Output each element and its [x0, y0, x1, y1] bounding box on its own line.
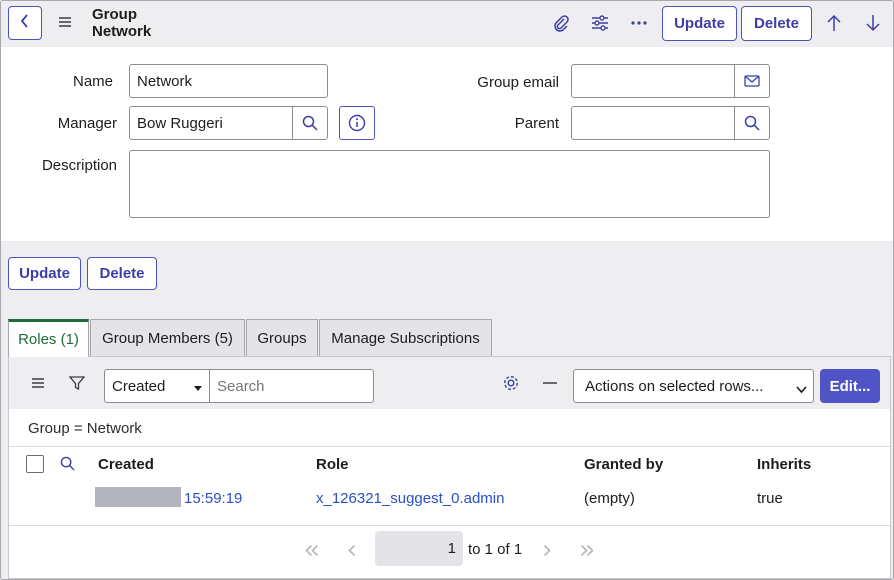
delete-button[interactable]: Delete [87, 257, 157, 290]
select-all-checkbox[interactable] [26, 455, 44, 473]
manager-label: Manager [57, 115, 117, 132]
update-button[interactable]: Update [8, 257, 81, 290]
form-header: Group Network Update Delete [1, 1, 893, 47]
list-toolbar: Created Actions on selected rows... Edit… [9, 357, 890, 409]
chevron-down-icon [796, 381, 807, 398]
search-icon [302, 115, 318, 131]
manager-lookup-button[interactable] [292, 106, 328, 140]
created-time-link[interactable]: 15:59:19 [184, 490, 242, 507]
search-input[interactable] [209, 369, 374, 403]
info-icon [348, 114, 366, 132]
column-header-role[interactable]: Role [316, 456, 349, 473]
parent-lookup-button[interactable] [734, 106, 770, 140]
actions-select[interactable]: Actions on selected rows... [573, 369, 814, 403]
page-range-text: to 1 of 1 [468, 541, 523, 558]
sliders-icon[interactable] [588, 11, 612, 35]
tab-roles[interactable]: Roles (1) [8, 319, 89, 357]
tab-groups[interactable]: Groups [246, 319, 318, 356]
group-form: Name Network Manager Bow Ruggeri Descrip… [1, 47, 893, 241]
back-icon [19, 13, 31, 33]
gear-icon[interactable] [499, 371, 523, 395]
granted-by-value: (empty) [584, 490, 635, 507]
more-icon[interactable] [627, 11, 651, 35]
search-icon [744, 115, 760, 131]
header-delete-button[interactable]: Delete [741, 6, 812, 41]
roles-related-list: Created Actions on selected rows... Edit… [8, 356, 891, 579]
name-field[interactable]: Network [129, 64, 328, 98]
record-window: Group Network Update Delete Name Network… [0, 0, 894, 580]
parent-field[interactable] [571, 106, 735, 140]
email-button[interactable] [734, 64, 770, 98]
parent-label: Parent [514, 115, 559, 132]
group-email-label: Group email [477, 74, 559, 91]
search-field-value: Created [112, 377, 166, 395]
description-field[interactable] [129, 150, 770, 218]
page-title: Group Network [92, 6, 152, 40]
role-link[interactable]: x_126321_suggest_0.admin [316, 490, 504, 507]
arrow-up-icon[interactable] [822, 11, 846, 35]
back-button[interactable] [8, 6, 42, 40]
column-header-granted-by[interactable]: Granted by [584, 456, 663, 473]
next-page-icon[interactable] [543, 543, 551, 560]
column-header-inherits[interactable]: Inherits [757, 456, 811, 473]
prev-page-icon[interactable] [348, 543, 356, 560]
collapse-icon[interactable] [538, 371, 562, 395]
redacted-date [95, 487, 181, 507]
hamburger-icon[interactable] [54, 11, 76, 33]
arrow-down-icon[interactable] [861, 11, 885, 35]
group-email-field[interactable] [571, 64, 735, 98]
breadcrumb: Group = Network [9, 409, 890, 447]
first-page-icon[interactable] [305, 543, 319, 560]
column-search-icon[interactable] [60, 456, 75, 475]
pagination: 1 to 1 of 1 [9, 525, 890, 578]
description-label: Description [41, 157, 117, 174]
edit-button[interactable]: Edit... [820, 369, 880, 403]
tab-manage-subscriptions[interactable]: Manage Subscriptions [319, 319, 492, 356]
tab-group-members[interactable]: Group Members (5) [90, 319, 245, 356]
inherits-value: true [757, 490, 783, 507]
caret-down-icon [194, 379, 202, 396]
manager-info-button[interactable] [339, 106, 375, 140]
envelope-icon [744, 75, 760, 87]
name-label: Name [72, 73, 113, 90]
header-update-button[interactable]: Update [662, 6, 737, 41]
actions-select-value: Actions on selected rows... [585, 377, 764, 395]
last-page-icon[interactable] [580, 543, 594, 560]
list-menu-icon[interactable] [26, 371, 50, 395]
manager-field[interactable]: Bow Ruggeri [129, 106, 293, 140]
filter-icon[interactable] [65, 371, 89, 395]
breadcrumb-filter[interactable]: Group = Network [28, 420, 142, 437]
page-number-input[interactable]: 1 [375, 531, 463, 566]
column-header-created[interactable]: Created [98, 456, 154, 473]
search-field-select[interactable]: Created [104, 369, 210, 403]
paperclip-icon[interactable] [549, 11, 573, 35]
